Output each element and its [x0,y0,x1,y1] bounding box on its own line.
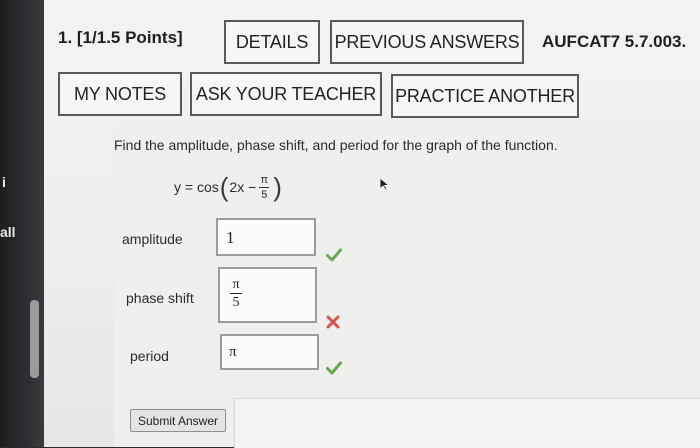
my-notes-button[interactable]: MY NOTES [58,72,182,116]
amplitude-value: 1 [226,228,235,247]
edge-text-top: i [2,174,6,190]
correct-check-icon [326,361,342,375]
equation-lhs: y = cos [174,179,219,195]
amplitude-label: amplitude [122,231,183,247]
equation-inner: 2x − [229,179,257,195]
ask-your-teacher-button[interactable]: ASK YOUR TEACHER [190,72,382,116]
question-code: AUFCAT7 5.7.003. [542,32,687,51]
phase-shift-numerator: π [232,277,240,292]
previous-answers-button[interactable]: PREVIOUS ANSWERS [330,20,524,64]
period-label: period [130,348,169,364]
fraction-numerator: π [260,173,269,186]
incorrect-x-icon [326,315,340,329]
period-value: π [229,344,237,360]
scrollbar-thumb[interactable] [30,300,39,378]
amplitude-input[interactable]: 1 [216,218,316,256]
phase-shift-input[interactable]: π 5 [218,267,317,323]
practice-another-button[interactable]: PRACTICE ANOTHER [391,74,579,118]
phase-shift-denominator: 5 [232,295,240,310]
phase-shift-fraction: π 5 [230,277,242,310]
edge-text-mid: all [0,224,16,240]
details-button[interactable]: DETAILS [224,20,320,64]
function-equation: y = cos ( 2x − π 5 ) [174,170,283,204]
panel-footer [234,398,700,448]
background-window-edge: i all [0,0,44,447]
fraction-denominator: 5 [261,188,268,201]
open-paren: ( [219,172,229,202]
question-number: 1. [1/1.5 Points] [58,28,183,47]
equation-fraction: π 5 [259,173,270,201]
submit-answer-button[interactable]: Submit Answer [130,409,226,432]
correct-check-icon [326,248,342,262]
problem-prompt: Find the amplitude, phase shift, and per… [114,137,558,153]
question-card: 1. [1/1.5 Points] DETAILS PREVIOUS ANSWE… [44,0,700,448]
mouse-cursor-icon [379,177,391,191]
phase-shift-label: phase shift [126,290,194,306]
close-paren: ) [273,172,282,202]
period-input[interactable]: π [220,334,319,370]
